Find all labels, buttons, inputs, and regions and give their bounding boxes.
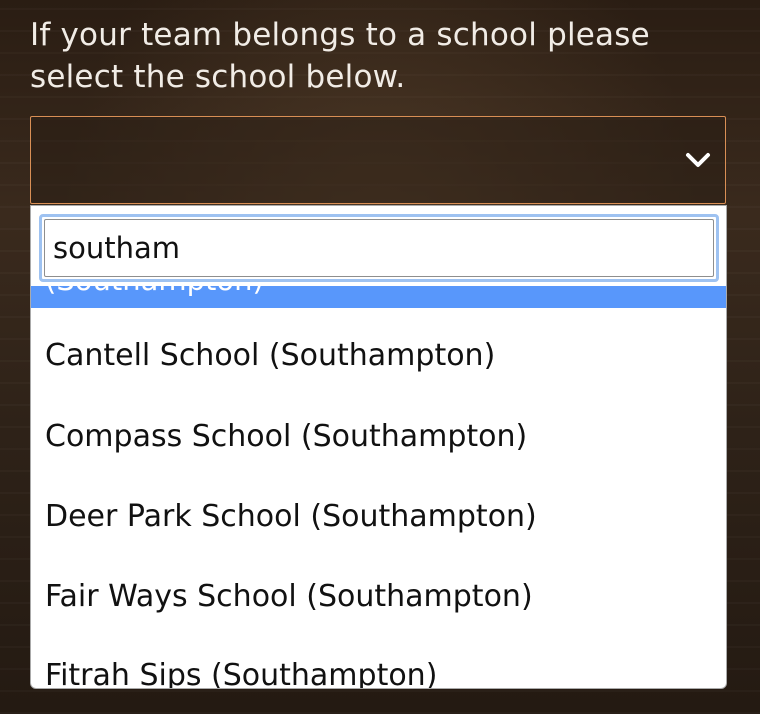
option-compass-school[interactable]: Compass School (Southampton) — [31, 397, 726, 477]
option-cantell-school[interactable]: Cantell School (Southampton) — [31, 316, 726, 396]
option-fair-ways-school[interactable]: Fair Ways School (Southampton) — [31, 557, 726, 637]
school-prompt-text: If your team belongs to a school please … — [30, 17, 650, 95]
results-list[interactable]: (Southampton) Cantell School (Southampto… — [31, 286, 726, 688]
school-select[interactable] — [30, 116, 726, 204]
highlighted-option-label: (Southampton) — [45, 286, 264, 300]
school-dropdown: (Southampton) Cantell School (Southampto… — [30, 205, 727, 689]
school-search-input[interactable] — [44, 219, 714, 277]
chevron-down-icon[interactable] — [685, 149, 711, 171]
search-focus-ring — [39, 214, 719, 282]
option-fitrah-sips[interactable]: Fitrah Sips (Southampton) — [31, 636, 726, 688]
option-deer-park-school[interactable]: Deer Park School (Southampton) — [31, 477, 726, 557]
highlighted-option[interactable]: (Southampton) — [31, 286, 726, 308]
